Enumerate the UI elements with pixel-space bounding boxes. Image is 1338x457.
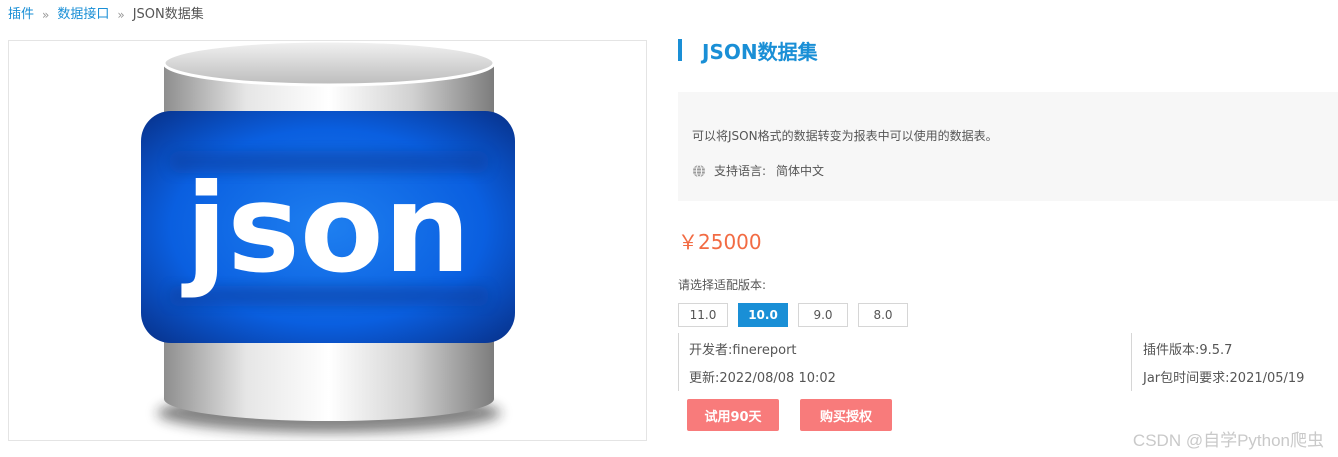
product-info: JSON数据集 可以将JSON格式的数据转变为报表中可以使用的数据表。 支持语言… [678,36,1338,431]
plugin-meta: 开发者:finereport 更新:2022/08/08 10:02 插件版本:… [678,333,1338,391]
breadcrumb-separator: » [117,8,125,22]
developer: 开发者:finereport [689,343,797,358]
version-option-10[interactable]: 10.0 [738,303,788,327]
update-time: 更新:2022/08/08 10:02 [689,371,836,386]
version-selector: 11.0 10.0 9.0 8.0 [678,303,1338,327]
product-title: JSON数据集 [702,39,818,64]
meta-left: 开发者:finereport 更新:2022/08/08 10:02 [689,337,836,393]
jar-requirement: Jar包时间要求:2021/05/19 [1143,371,1305,386]
supported-language: 支持语言: 简体中文 [692,162,1324,179]
watermark: CSDN @自学Python爬虫 [1132,431,1324,450]
meta-right: 插件版本:9.5.7 Jar包时间要求:2021/05/19 [1131,333,1304,391]
version-option-8[interactable]: 8.0 [858,303,908,327]
version-option-11[interactable]: 11.0 [678,303,728,327]
breadcrumb-separator: » [42,8,50,22]
product-image: json [8,40,647,441]
title-bar: JSON数据集 [678,36,1338,64]
language-label: 支持语言: [714,164,767,178]
title-accent-bar [678,39,682,61]
product-description: 可以将JSON格式的数据转变为报表中可以使用的数据表。 [692,129,998,143]
breadcrumb: 插件 » 数据接口 » JSON数据集 [8,6,204,24]
json-logo-text: json [180,158,470,300]
version-select-label: 请选择适配版本: [678,278,767,292]
database-json-icon: json [141,41,515,433]
trial-button[interactable]: 试用90天 [687,399,779,431]
breadcrumb-link-data-interface[interactable]: 数据接口 [57,6,109,24]
globe-icon [693,164,705,177]
breadcrumb-link-plugins[interactable]: 插件 [8,6,34,24]
version-option-9[interactable]: 9.0 [798,303,848,327]
language-value: 简体中文 [776,164,825,178]
breadcrumb-current: JSON数据集 [132,7,204,22]
buy-license-button[interactable]: 购买授权 [800,399,892,431]
description-box: 可以将JSON格式的数据转变为报表中可以使用的数据表。 支持语言: 简体中文 [678,92,1338,201]
plugin-version: 插件版本:9.5.7 [1143,343,1233,358]
price: ￥25000 [678,230,762,254]
